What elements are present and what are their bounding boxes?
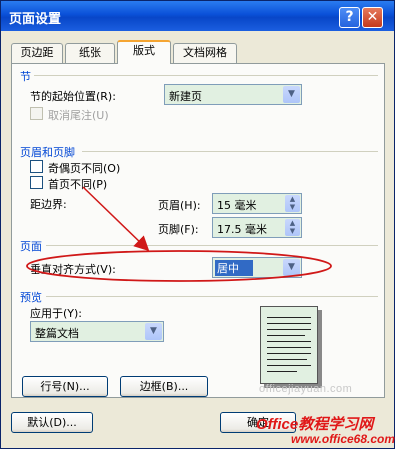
first-page-label: 首页不同(P): [48, 178, 108, 191]
tab-layout[interactable]: 版式: [117, 40, 171, 64]
section-start-label: 节的起始位置(R):: [30, 90, 116, 103]
suppress-endnotes-checkbox[interactable]: [30, 107, 43, 120]
apply-to-value: 整篇文档: [35, 327, 79, 340]
odd-even-label: 奇偶页不同(O): [48, 162, 121, 175]
chevron-down-icon: ▼: [145, 323, 162, 340]
layout-panel: 节 节的起始位置(R): 新建页 ▼ 取消尾注(U) 页眉和页脚 奇偶页不同(O…: [11, 63, 385, 398]
preview-page: [260, 306, 318, 384]
window-title: 页面设置: [9, 12, 62, 27]
tab-paper[interactable]: 纸张: [65, 43, 115, 63]
footer-distance-value: 17.5 毫米: [217, 223, 267, 236]
spinner-icon: ▲ ▼: [285, 195, 300, 212]
header-distance-value: 15 毫米: [217, 199, 257, 212]
footer-distance-input[interactable]: 17.5 毫米 ▲ ▼: [212, 217, 302, 238]
help-button[interactable]: ?: [339, 7, 360, 28]
footer-distance-label: 页脚(F):: [158, 223, 199, 236]
title-bar[interactable]: 页面设置 ? ✕: [1, 1, 394, 31]
section-start-value: 新建页: [169, 90, 202, 103]
section-title: 节: [20, 70, 31, 83]
headers-footers-title: 页眉和页脚: [20, 146, 75, 159]
spinner-icon: ▲ ▼: [285, 219, 300, 236]
vertical-alignment-select[interactable]: 居中 ▼: [212, 257, 302, 278]
apply-to-select[interactable]: 整篇文档 ▼: [30, 321, 164, 342]
first-page-checkbox[interactable]: [30, 176, 43, 189]
header-distance-label: 页眉(H):: [158, 199, 201, 212]
from-edge-label: 距边界:: [30, 198, 67, 211]
line-numbers-button[interactable]: 行号(N)...: [22, 376, 108, 397]
vertical-alignment-label: 垂直对齐方式(V):: [30, 263, 116, 276]
page-title: 页面: [20, 240, 42, 253]
close-button[interactable]: ✕: [362, 7, 383, 28]
page-setup-dialog: 页面设置 ? ✕ 页边距 纸张 版式 文档网格 节 节的起始位置(R): 新建页…: [0, 0, 395, 449]
page-divider: [46, 245, 378, 246]
section-divider: [34, 75, 378, 76]
default-button[interactable]: 默认(D)...: [11, 412, 93, 433]
headers-footers-divider: [82, 151, 378, 152]
chevron-down-icon: ▼: [283, 259, 300, 276]
suppress-endnotes-label: 取消尾注(U): [48, 109, 109, 122]
header-distance-input[interactable]: 15 毫米 ▲ ▼: [212, 193, 302, 214]
preview-title: 预览: [20, 291, 42, 304]
odd-even-checkbox[interactable]: [30, 160, 43, 173]
watermark-logo: Office教程学习网: [256, 416, 374, 433]
vertical-alignment-value: 居中: [215, 260, 253, 276]
tab-document-grid[interactable]: 文档网格: [173, 43, 237, 63]
chevron-down-icon: ▼: [283, 86, 300, 103]
section-start-select[interactable]: 新建页 ▼: [164, 84, 302, 105]
tab-margins[interactable]: 页边距: [11, 43, 63, 63]
apply-to-label: 应用于(Y):: [30, 307, 83, 320]
watermark-url: www.office68.com: [291, 432, 395, 446]
borders-button[interactable]: 边框(B)...: [120, 376, 208, 397]
watermark-site: officejiayuan.com: [259, 383, 353, 395]
preview-divider: [46, 296, 378, 297]
